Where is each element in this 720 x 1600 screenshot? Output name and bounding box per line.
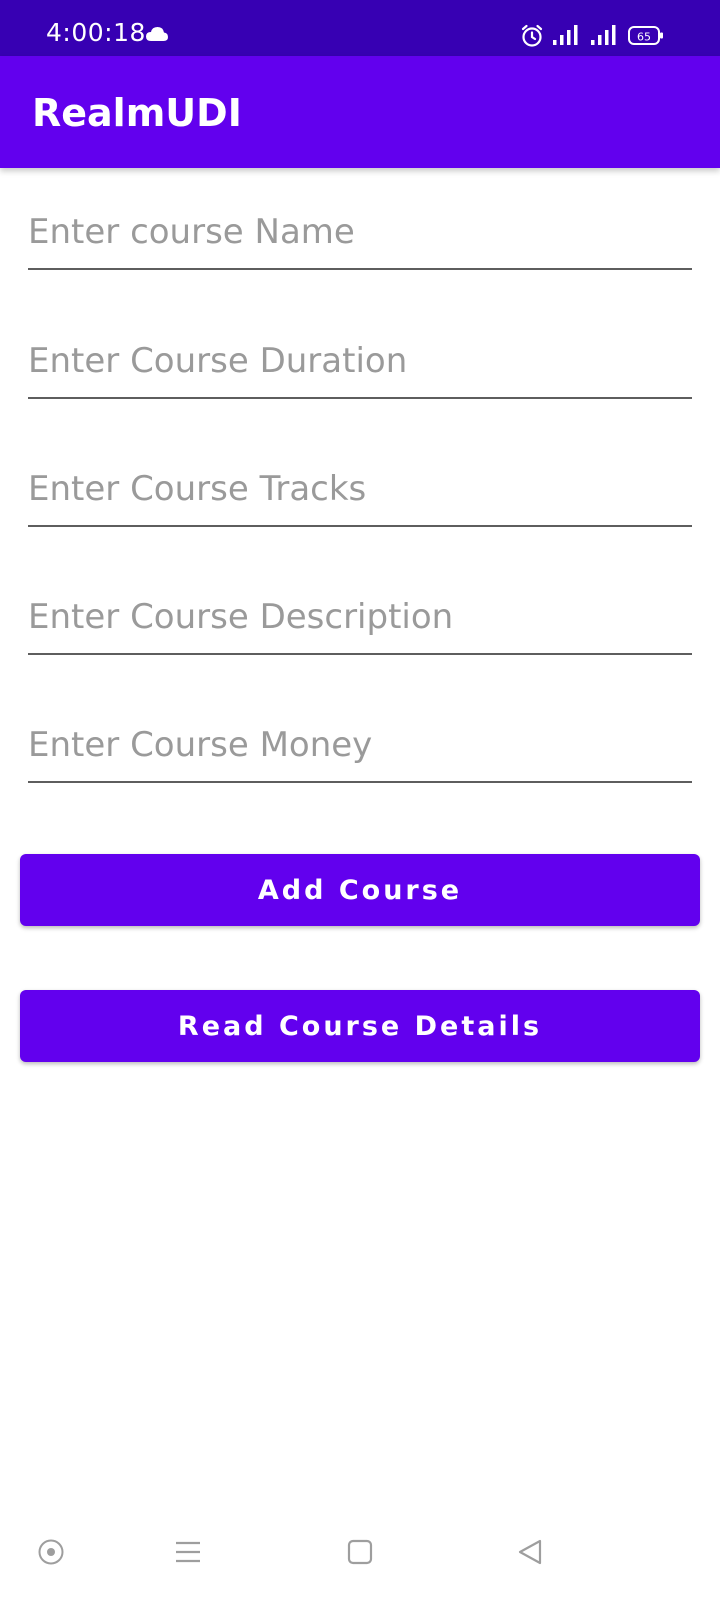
- app-title: RealmUDI: [32, 91, 242, 135]
- read-course-details-button[interactable]: Read Course Details: [20, 990, 700, 1062]
- signal-icon: [552, 24, 580, 51]
- status-time: 4:00:18: [46, 18, 146, 47]
- course-name-input[interactable]: [28, 202, 692, 270]
- menu-icon[interactable]: [174, 1538, 202, 1571]
- app-screen: 4:00:18 65 RealmUDI Enter course Name En…: [0, 0, 720, 1600]
- course-duration-input[interactable]: [28, 331, 692, 399]
- alarm-icon: [520, 24, 544, 53]
- course-money-input[interactable]: [28, 715, 692, 783]
- battery-icon: 65: [628, 25, 664, 52]
- signal-icon: [590, 24, 618, 51]
- add-course-button[interactable]: Add Course: [20, 854, 700, 926]
- assistant-icon[interactable]: [37, 1538, 65, 1571]
- cloud-icon: [145, 25, 169, 48]
- app-bar: RealmUDI: [0, 56, 720, 168]
- home-icon[interactable]: [346, 1538, 374, 1571]
- status-bar: 4:00:18 65: [0, 0, 720, 56]
- back-icon[interactable]: [516, 1538, 544, 1571]
- course-description-input[interactable]: [28, 587, 692, 655]
- battery-level: 65: [637, 31, 651, 44]
- course-tracks-input[interactable]: [28, 459, 692, 527]
